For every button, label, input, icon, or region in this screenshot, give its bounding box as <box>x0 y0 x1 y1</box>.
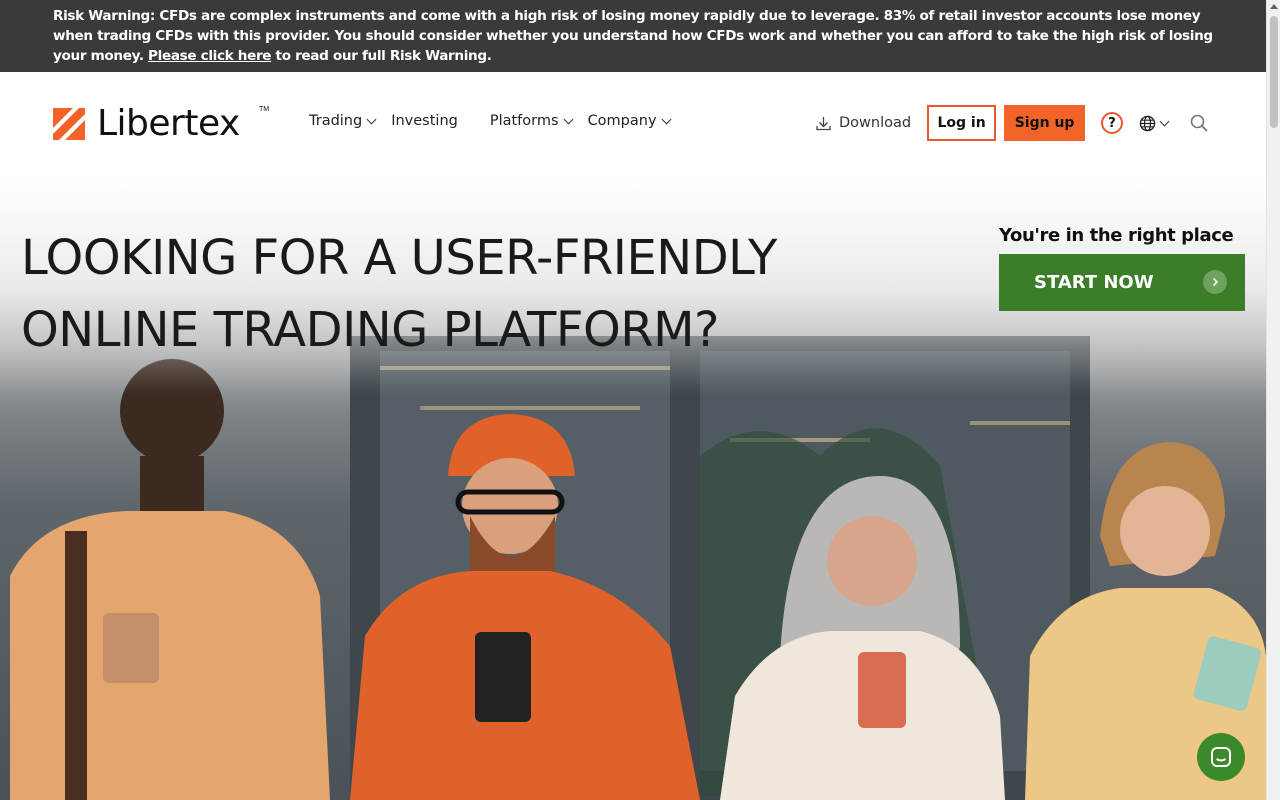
chevron-down-icon <box>563 114 574 124</box>
hero-title-line2: ONLINE TRADING PLATFORM? <box>21 302 719 358</box>
search-icon <box>1190 114 1208 132</box>
nav-platforms[interactable]: Platforms <box>489 113 574 129</box>
hero-title-line1: LOOKING FOR A USER-FRIENDLY <box>21 230 777 286</box>
nav-company-label: Company <box>587 113 657 129</box>
chat-icon <box>1211 747 1231 767</box>
nav-company[interactable]: Company <box>587 113 671 129</box>
cta-subtitle: You're in the right place <box>999 225 1234 246</box>
language-selector[interactable] <box>1139 115 1170 132</box>
logo-text: Libertex <box>97 103 240 144</box>
globe-icon <box>1139 115 1156 131</box>
logo[interactable]: Libertex TM <box>53 103 269 144</box>
nav-platforms-label: Platforms <box>489 113 559 129</box>
download-icon <box>816 116 831 130</box>
chevron-down-icon <box>661 114 671 124</box>
signup-button[interactable]: Sign up <box>1004 105 1086 141</box>
logo-trademark: TM <box>259 106 270 113</box>
help-icon[interactable]: ? <box>1101 112 1124 134</box>
nav-trading-label: Trading <box>309 113 363 129</box>
main-nav: Trading Investing Platforms Company <box>309 113 686 129</box>
download-label: Download <box>839 115 912 131</box>
start-now-label: START NOW <box>1034 272 1154 293</box>
page-scrollbar[interactable] <box>1266 0 1280 800</box>
nav-investing[interactable]: Investing <box>391 113 458 129</box>
help-glyph: ? <box>1108 115 1116 131</box>
start-now-button[interactable]: START NOW <box>999 254 1245 311</box>
hero-title: LOOKING FOR A USER-FRIENDLY ONLINE TRADI… <box>21 222 777 366</box>
download-link[interactable]: Download <box>816 115 911 131</box>
chevron-down-icon <box>1159 116 1170 126</box>
hero-section: LOOKING FOR A USER-FRIENDLY ONLINE TRADI… <box>0 176 1266 800</box>
risk-warning-banner: Risk Warning: CFDs are complex instrumen… <box>0 0 1266 72</box>
scroll-up-arrow-icon[interactable] <box>1270 4 1278 9</box>
libertex-logo-icon <box>53 108 85 140</box>
chat-widget-button[interactable] <box>1197 733 1245 781</box>
scrollbar-thumb[interactable] <box>1270 16 1278 128</box>
risk-warning-text-end: to read our full Risk Warning. <box>271 48 492 64</box>
header-tools: Download Log in Sign up ? <box>816 105 1208 141</box>
site-header: Libertex TM Trading Investing Platforms … <box>0 72 1266 176</box>
login-button[interactable]: Log in <box>927 105 997 141</box>
search-button[interactable] <box>1190 114 1208 132</box>
nav-investing-label: Investing <box>391 113 458 129</box>
risk-warning-link[interactable]: Please click here <box>148 48 271 64</box>
chevron-right-icon <box>1203 270 1227 294</box>
chevron-down-icon <box>366 114 377 124</box>
nav-trading[interactable]: Trading <box>309 113 377 129</box>
page: Risk Warning: CFDs are complex instrumen… <box>0 0 1266 800</box>
